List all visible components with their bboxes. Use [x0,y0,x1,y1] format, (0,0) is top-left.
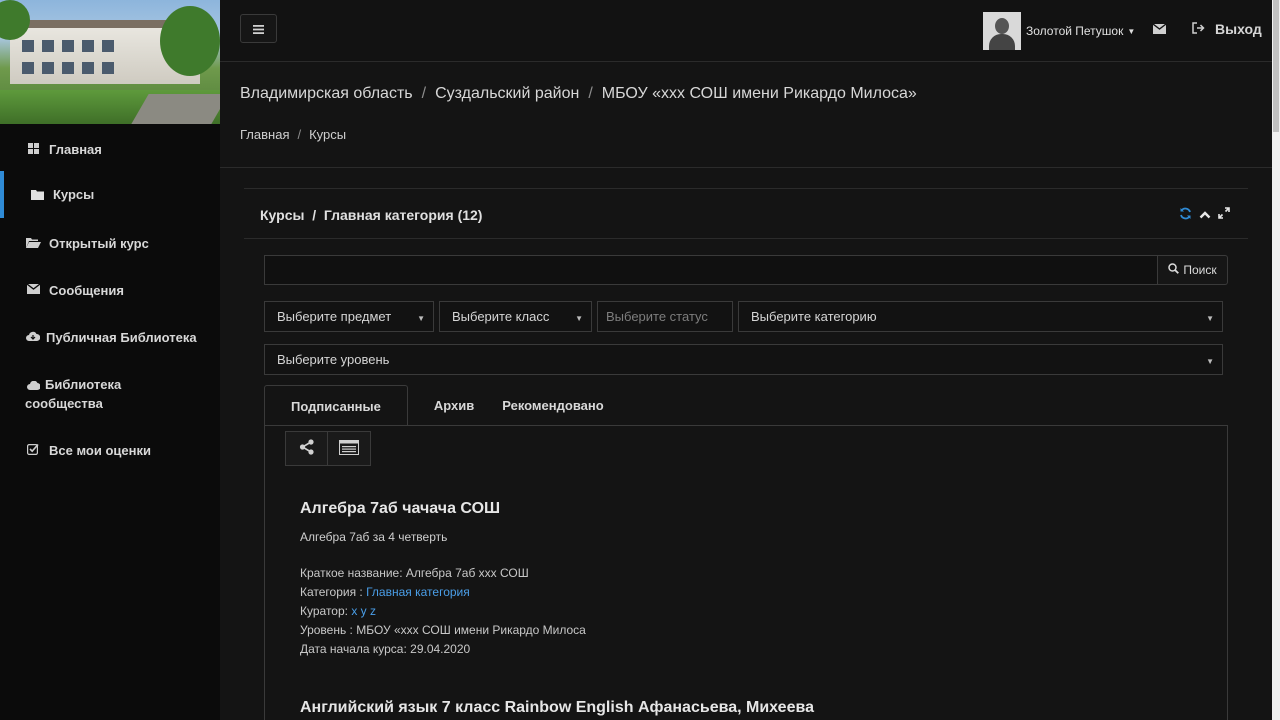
course-start-date: Дата начала курса: 29.04.2020 [300,642,471,656]
search-input[interactable] [264,255,1158,285]
share-icon [299,439,315,458]
share-view-button[interactable] [285,431,328,466]
sidebar-item-label: Все мои оценки [49,443,151,458]
expand-icon[interactable] [1218,207,1230,223]
breadcrumb-region[interactable]: Владимирская область [240,85,413,103]
course-category: Категория : Главная категория [300,583,586,602]
breadcrumb-district[interactable]: Суздальский район [435,85,579,103]
sidebar-item-label: Публичная Библиотека [46,330,197,345]
caret-down-icon: ▼ [417,314,425,323]
search-row: Поиск [264,255,1228,285]
sidebar-item-label: Главная [49,142,102,157]
sidebar-item-open-course[interactable]: Открытый курс [0,234,220,253]
course-level: Уровень : МБОУ «ххх СОШ имени Рикардо Ми… [300,623,586,637]
folder-open-icon [25,234,41,250]
breadcrumb-separator: / [588,85,593,102]
tab-content: Алгебра 7аб чачача СОШ Алгебра 7аб за 4 … [264,425,1228,720]
panel-tools [1179,207,1230,223]
subject-select-value: Выберите предмет [277,309,392,324]
org-breadcrumb: Владимирская область / Суздальский район… [240,85,917,103]
caret-down-icon: ▼ [1206,314,1214,323]
avatar [983,12,1021,50]
page-scrollbar[interactable] [1272,0,1280,720]
breadcrumb-home[interactable]: Главная [240,127,289,142]
course-short-name: Краткое название: Алгебра 7аб ххх СОШ [300,566,529,580]
scrollbar-thumb[interactable] [1273,0,1279,132]
breadcrumb-courses: Курсы [309,127,347,142]
sidebar-item-community-library[interactable]: Библиотека сообщества [0,375,220,413]
topbar: Золотой Петушок ▼ Выход [220,0,1272,62]
sidebar-item-my-grades[interactable]: Все мои оценки [0,441,220,460]
menu-toggle-button[interactable] [240,14,277,43]
tab-recommended[interactable]: Рекомендовано [500,385,629,426]
status-select-placeholder: Выберите статус [606,309,708,324]
envelope-icon [25,281,41,297]
user-menu[interactable]: Золотой Петушок ▼ [983,12,1135,50]
user-name: Золотой Петушок [1026,24,1124,38]
envelope-icon [1152,22,1167,37]
grid-icon [25,140,41,156]
courses-panel: Курсы / Главная категория (12) Поиск Выб… [244,188,1248,720]
class-select-value: Выберите класс [452,309,550,324]
level-select[interactable]: Выберите уровень ▼ [264,344,1223,375]
sidebar-item-label: Библиотека сообщества [25,375,185,413]
course-subtitle: Алгебра 7аб за 4 четверть [300,530,448,544]
chevron-up-icon[interactable] [1199,207,1211,223]
caret-down-icon: ▼ [1127,26,1136,36]
sign-out-icon [1192,21,1205,37]
sidebar-item-label: Сообщения [49,283,124,298]
curator-link[interactable]: x y z [351,604,376,618]
sidebar-item-courses[interactable]: Курсы [0,171,220,218]
breadcrumb-school[interactable]: МБОУ «ххх СОШ имени Рикардо Милоса» [602,85,917,103]
category-select-value: Выберите категорию [751,309,877,324]
cloud-icon [25,378,41,394]
sidebar-item-home[interactable]: Главная [0,140,220,159]
page-header: Владимирская область / Суздальский район… [220,62,1272,168]
breadcrumb-separator: / [421,85,427,102]
logout-button[interactable]: Выход [1192,21,1262,37]
course-card: Английский язык 7 класс Rainbow English … [300,699,814,717]
subject-select[interactable]: Выберите предмет ▼ [264,301,434,332]
list-view-button[interactable] [328,431,371,466]
search-button-label: Поиск [1183,263,1217,277]
level-select-value: Выберите уровень [277,352,390,367]
school-photo [0,0,220,124]
refresh-icon[interactable] [1179,207,1192,223]
tab-archive[interactable]: Архив [408,385,500,426]
class-select[interactable]: Выберите класс ▼ [439,301,592,332]
caret-down-icon: ▼ [575,314,583,323]
breadcrumb: Главная / Курсы [240,127,346,142]
sidebar-item-public-library[interactable]: Публичная Библиотека [0,328,220,347]
category-label: Категория : [300,585,367,599]
course-card: Алгебра 7аб чачача СОШ Алгебра 7аб за 4 … [300,500,586,659]
caret-down-icon: ▼ [1206,357,1214,366]
curator-label: Куратор: [300,604,352,618]
breadcrumb-separator: / [297,127,302,142]
tab-subscribed[interactable]: Подписанные [264,385,408,426]
sidebar: Главная Курсы Открытый курс Сообщения Пу… [0,0,220,720]
folder-icon [29,187,45,203]
course-title[interactable]: Алгебра 7аб чачача СОШ [300,500,586,518]
search-button[interactable]: Поиск [1158,255,1228,285]
list-icon [339,439,359,458]
course-title[interactable]: Английский язык 7 класс Rainbow English … [300,699,814,717]
course-meta: Краткое название: Алгебра 7аб ххх СОШ Ка… [300,564,586,659]
mail-button[interactable] [1152,22,1167,37]
cloud-download-icon [25,328,41,344]
course-tabs: Подписанные Архив Рекомендовано [264,385,630,426]
category-link[interactable]: Главная категория [366,585,470,599]
status-select[interactable]: Выберите статус [597,301,733,332]
search-icon [1168,263,1180,277]
panel-header: Курсы / Главная категория (12) [244,189,1248,239]
course-curator: Куратор: x y z [300,602,586,621]
check-square-icon [25,441,41,457]
category-select[interactable]: Выберите категорию ▼ [738,301,1223,332]
view-toggle [285,431,371,466]
sidebar-item-label: Курсы [53,187,95,202]
panel-title: Курсы / Главная категория (12) [260,207,483,223]
logout-label: Выход [1215,21,1262,37]
hamburger-icon [253,21,264,37]
sidebar-item-messages[interactable]: Сообщения [0,281,220,300]
sidebar-item-label: Открытый курс [49,236,149,251]
